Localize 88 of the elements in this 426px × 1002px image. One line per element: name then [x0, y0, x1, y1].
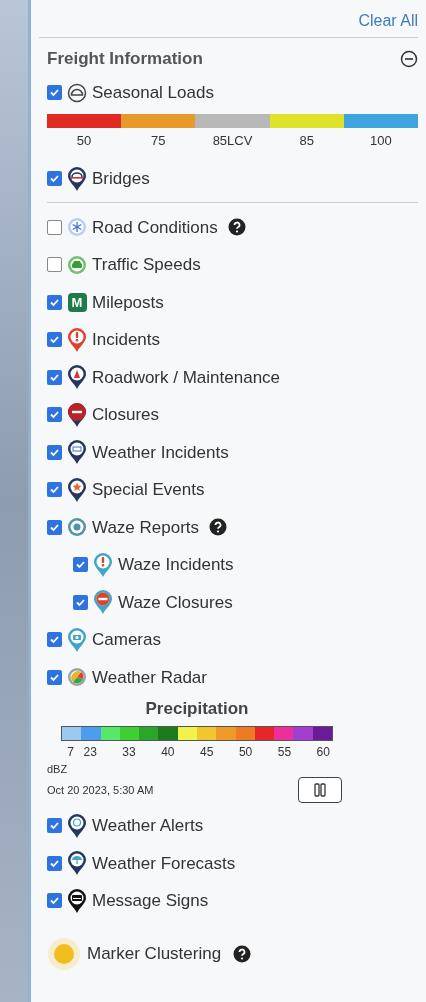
section-title: Freight Information — [47, 48, 203, 71]
sign-pin-icon — [67, 439, 87, 466]
layer-label[interactable]: Weather Forecasts — [92, 850, 236, 876]
clustering-label[interactable]: Marker Clustering — [87, 940, 222, 967]
scale-tick-label: 23 — [83, 743, 97, 761]
clear-all-link[interactable]: Clear All — [358, 9, 418, 33]
collapse-icon[interactable] — [400, 50, 418, 68]
layer-label[interactable]: Waze Reports — [92, 514, 200, 540]
checkmark-icon — [49, 173, 60, 185]
scale-tick-label: 40 — [161, 743, 175, 761]
car-icon — [67, 254, 87, 275]
pause-icon — [313, 783, 327, 797]
checkbox[interactable] — [47, 818, 62, 834]
checkbox[interactable] — [47, 893, 62, 909]
checkmark-icon — [49, 409, 60, 421]
help-icon[interactable] — [227, 218, 246, 237]
checkmark-icon — [49, 895, 60, 907]
checkmark-icon — [49, 334, 60, 346]
layer-label[interactable]: Waze Closures — [118, 589, 233, 615]
layer-label[interactable]: Weather Radar — [92, 664, 207, 690]
checkbox[interactable] — [47, 257, 62, 273]
legend-title: Precipitation — [144, 698, 250, 720]
layer-label[interactable]: Mileposts — [92, 289, 164, 315]
scale-tick-label: 33 — [122, 743, 136, 761]
checkbox[interactable] — [47, 669, 62, 685]
layer-label[interactable]: Traffic Speeds — [92, 252, 201, 278]
load-label: 75 — [151, 131, 166, 150]
checkmark-icon — [75, 559, 86, 571]
checkmark-icon — [49, 484, 60, 496]
layer-label[interactable]: Message Signs — [92, 888, 209, 914]
cloud-pin-icon — [67, 812, 87, 839]
layer-label[interactable]: Waze Incidents — [118, 552, 234, 578]
checkbox[interactable] — [47, 369, 62, 385]
load-label: 100 — [370, 131, 392, 150]
checkbox[interactable] — [47, 519, 62, 535]
radar-icon — [67, 667, 87, 688]
layer-label[interactable]: Bridges — [92, 166, 150, 192]
cone-pin-icon — [67, 364, 87, 391]
star-pin-icon — [67, 476, 87, 503]
checkmark-icon — [49, 820, 60, 832]
checkbox[interactable] — [47, 85, 62, 101]
checkbox[interactable] — [47, 219, 62, 235]
layer-label[interactable]: Special Events — [92, 477, 205, 503]
scale-tick-label: 7 — [67, 743, 75, 761]
checkbox[interactable] — [73, 594, 88, 610]
camera-pin-icon — [67, 626, 87, 653]
checkbox[interactable] — [73, 557, 88, 573]
checkmark-icon — [49, 87, 60, 99]
checkbox[interactable] — [47, 332, 62, 348]
exclamation-pin-icon — [67, 326, 87, 353]
scale-tick-label: 50 — [238, 743, 253, 761]
load-label: 85 — [299, 131, 314, 150]
checkbox[interactable] — [47, 632, 62, 648]
gauge-icon — [67, 82, 87, 103]
help-icon[interactable] — [209, 518, 228, 537]
checkbox[interactable] — [47, 407, 62, 423]
layer-label[interactable]: Roadwork / Maintenance — [92, 364, 281, 390]
layer-label[interactable]: Closures — [92, 402, 160, 428]
scale-tick-label: 45 — [200, 743, 214, 761]
speech-bubble-icon — [67, 517, 87, 538]
scale-tick-label: 60 — [316, 743, 330, 761]
checkbox[interactable] — [47, 294, 62, 310]
checkmark-icon — [49, 634, 60, 646]
checkbox[interactable] — [47, 855, 62, 871]
umbrella-pin-icon — [67, 850, 87, 877]
milepost-icon: M — [67, 292, 87, 312]
snowflake-icon — [67, 217, 87, 238]
bridge-pin-icon — [67, 165, 87, 192]
pause-button[interactable] — [298, 777, 342, 803]
layer-label[interactable]: Cameras — [92, 627, 161, 653]
layer-label[interactable]: Incidents — [92, 327, 161, 353]
load-label: 85LCV — [212, 131, 253, 150]
checkbox[interactable] — [47, 482, 62, 498]
checkbox[interactable] — [47, 171, 62, 187]
load-label: 50 — [76, 131, 92, 150]
layer-label[interactable]: Road Conditions — [92, 214, 218, 240]
unit-label: dBZ — [47, 761, 69, 777]
layer-label[interactable]: Weather Incidents — [92, 439, 229, 465]
message-sign-pin-icon — [67, 887, 87, 914]
checkbox[interactable] — [47, 444, 62, 460]
scale-tick-label: 55 — [277, 743, 292, 761]
radar-timestamp: Oct 20 2023, 5:30 AM — [47, 782, 154, 798]
no-entry-pin-icon — [67, 401, 87, 428]
no-entry-pin-icon — [93, 589, 113, 616]
layer-label[interactable]: Weather Alerts — [92, 813, 204, 839]
help-icon[interactable] — [233, 944, 252, 963]
exclamation-pin-icon — [93, 551, 113, 578]
layer-label[interactable]: Seasonal Loads — [92, 80, 214, 106]
